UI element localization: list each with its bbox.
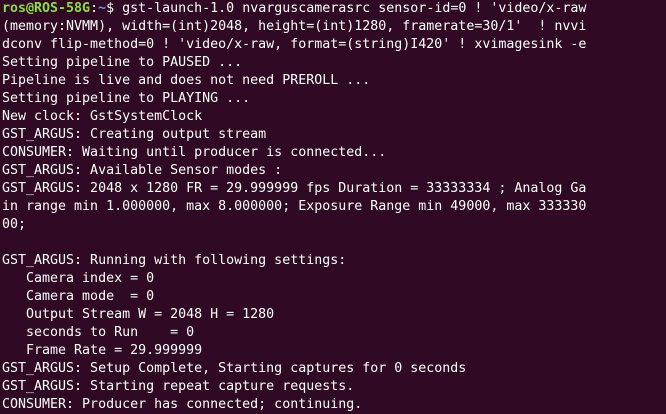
- output-line: Output Stream W = 2048 H = 1280: [2, 307, 275, 322]
- prompt-symbol: $: [106, 1, 123, 16]
- output-line: GST_ARGUS: 2048 x 1280 FR = 29.999999 fp…: [2, 181, 587, 196]
- output-line: CONSUMER: Waiting until producer is conn…: [2, 145, 387, 160]
- output-line: GST_ARGUS: Creating output stream: [2, 127, 267, 142]
- output-line: Setting pipeline to PLAYING ...: [2, 91, 251, 106]
- prompt-user-host: ros@ROS-58G: [2, 1, 91, 16]
- output-line: Setting pipeline to PAUSED ...: [2, 55, 243, 70]
- output-line: CONSUMER: Producer has connected; contin…: [2, 397, 363, 412]
- output-line: seconds to Run = 0: [2, 325, 195, 340]
- command-text: gst-launch-1.0 nvarguscamerasrc sensor-i…: [122, 1, 587, 16]
- output-line: Camera mode = 0: [2, 289, 155, 304]
- output-line: in range min 1.000000, max 8.000000; Exp…: [2, 199, 587, 214]
- output-line: Camera index = 0: [2, 271, 155, 286]
- output-line: New clock: GstSystemClock: [2, 109, 203, 124]
- prompt-line: ros@ROS-58G:~$ gst-launch-1.0 nvarguscam…: [2, 0, 666, 18]
- terminal-window[interactable]: ros@ROS-58G:~$ gst-launch-1.0 nvarguscam…: [0, 0, 666, 414]
- prompt-path: ~: [98, 1, 107, 16]
- output-line: Pipeline is live and does not need PRERO…: [2, 73, 371, 88]
- output-line: GST_ARGUS: Available Sensor modes :: [2, 163, 283, 178]
- output-line: GST_ARGUS: Starting repeat capture reque…: [2, 379, 355, 394]
- output-line: dconv flip-method=0 ! 'video/x-raw, form…: [2, 37, 587, 52]
- prompt-separator: :: [90, 1, 99, 16]
- output-line: GST_ARGUS: Setup Complete, Starting capt…: [2, 361, 467, 376]
- output-line: GST_ARGUS: Running with following settin…: [2, 253, 347, 268]
- output-line: (memory:NVMM), width=(int)2048, height=(…: [2, 19, 587, 34]
- output-line: 00;: [2, 217, 27, 232]
- output-line: Frame Rate = 29.999999: [2, 343, 203, 358]
